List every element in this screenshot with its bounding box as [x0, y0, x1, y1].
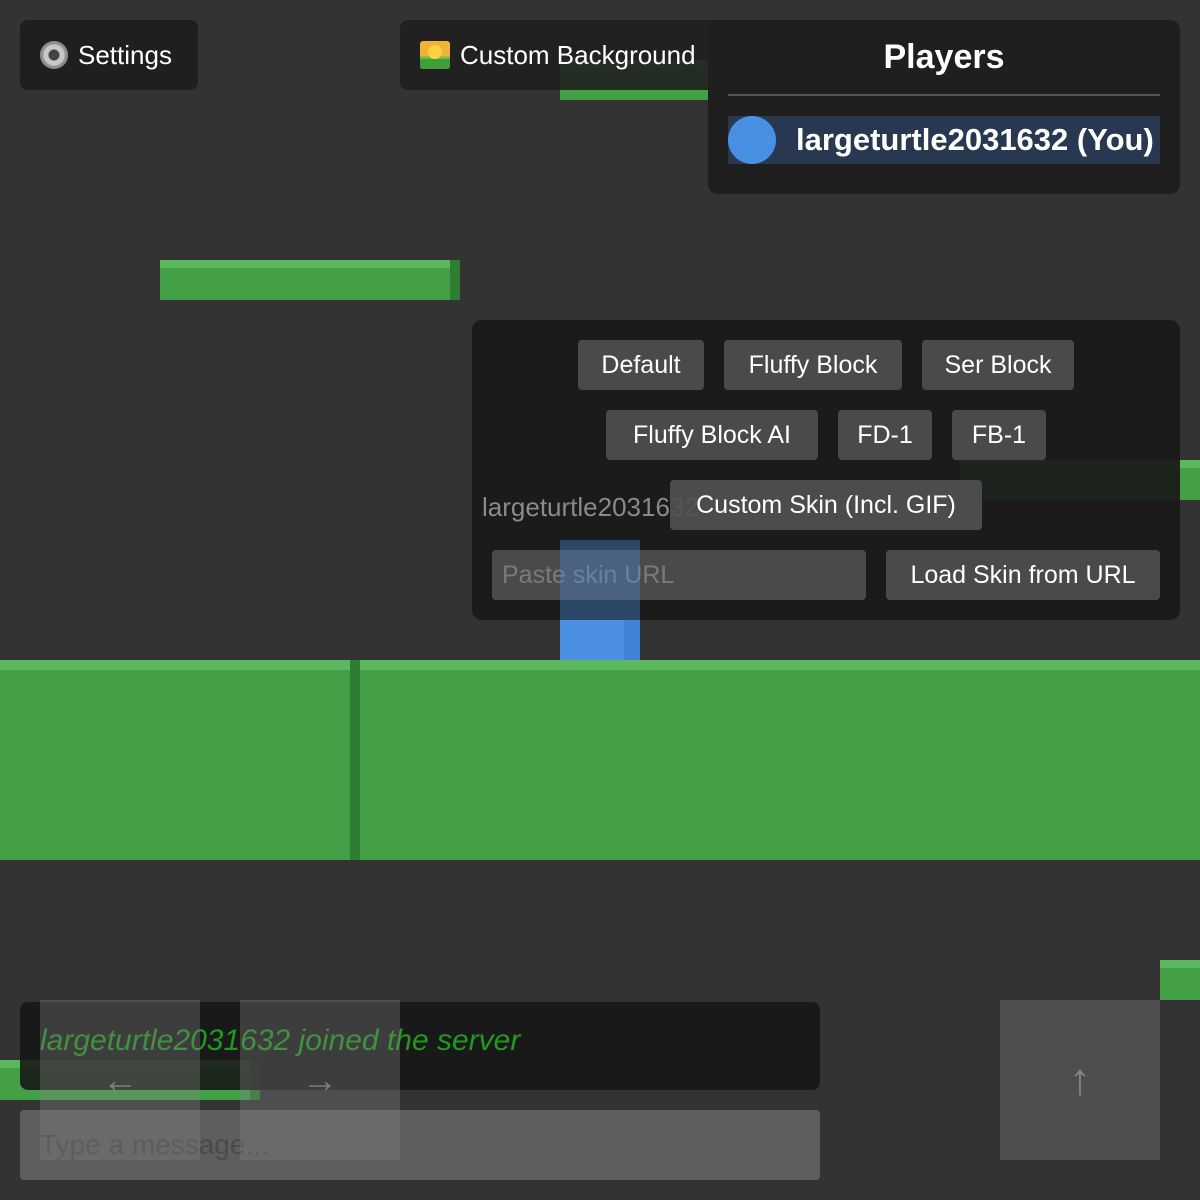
skin-fb-1-button[interactable]: FB-1: [952, 410, 1046, 460]
gear-icon: [40, 41, 68, 69]
ground-left: [0, 660, 360, 860]
settings-button[interactable]: Settings: [20, 20, 198, 90]
move-right-button[interactable]: →: [240, 1000, 400, 1160]
custom-skin-button[interactable]: Custom Skin (Incl. GIF): [670, 480, 982, 530]
landscape-icon: [420, 41, 450, 69]
settings-label: Settings: [78, 39, 172, 70]
jump-button[interactable]: ↑: [1000, 1000, 1160, 1160]
skin-fluffy-block-button[interactable]: Fluffy Block: [724, 340, 902, 390]
load-skin-url-button[interactable]: Load Skin from URL: [886, 550, 1160, 600]
skin-fd-1-button[interactable]: FD-1: [838, 410, 932, 460]
player-color-avatar: [728, 116, 776, 164]
skin-url-input[interactable]: [492, 550, 866, 600]
players-panel: Players largeturtle2031632 (You): [708, 20, 1180, 194]
platform-bottom-right: [1160, 960, 1200, 1000]
skin-ser-block-button[interactable]: Ser Block: [922, 340, 1074, 390]
arrow-right-icon: →: [302, 1059, 338, 1100]
player-character-overlay: [560, 540, 640, 660]
player-list-item: largeturtle2031632 (You): [728, 116, 1160, 164]
ground-right: [360, 660, 1200, 860]
arrow-left-icon: ←: [102, 1059, 138, 1100]
platform-upper-left: [160, 260, 460, 300]
player-name: largeturtle2031632 (You): [796, 122, 1154, 157]
skin-fluffy-block-ai-button[interactable]: Fluffy Block AI: [606, 410, 818, 460]
custom-background-button[interactable]: Custom Background: [400, 20, 722, 90]
arrow-up-icon: ↑: [1069, 1055, 1091, 1104]
skin-default-button[interactable]: Default: [578, 340, 704, 390]
move-left-button[interactable]: ←: [40, 1000, 200, 1160]
players-title: Players: [883, 38, 1005, 76]
custom-background-label: Custom Background: [460, 39, 696, 70]
skin-player-name-label: largeturtle2031632: [482, 492, 699, 522]
players-divider: [728, 94, 1160, 96]
